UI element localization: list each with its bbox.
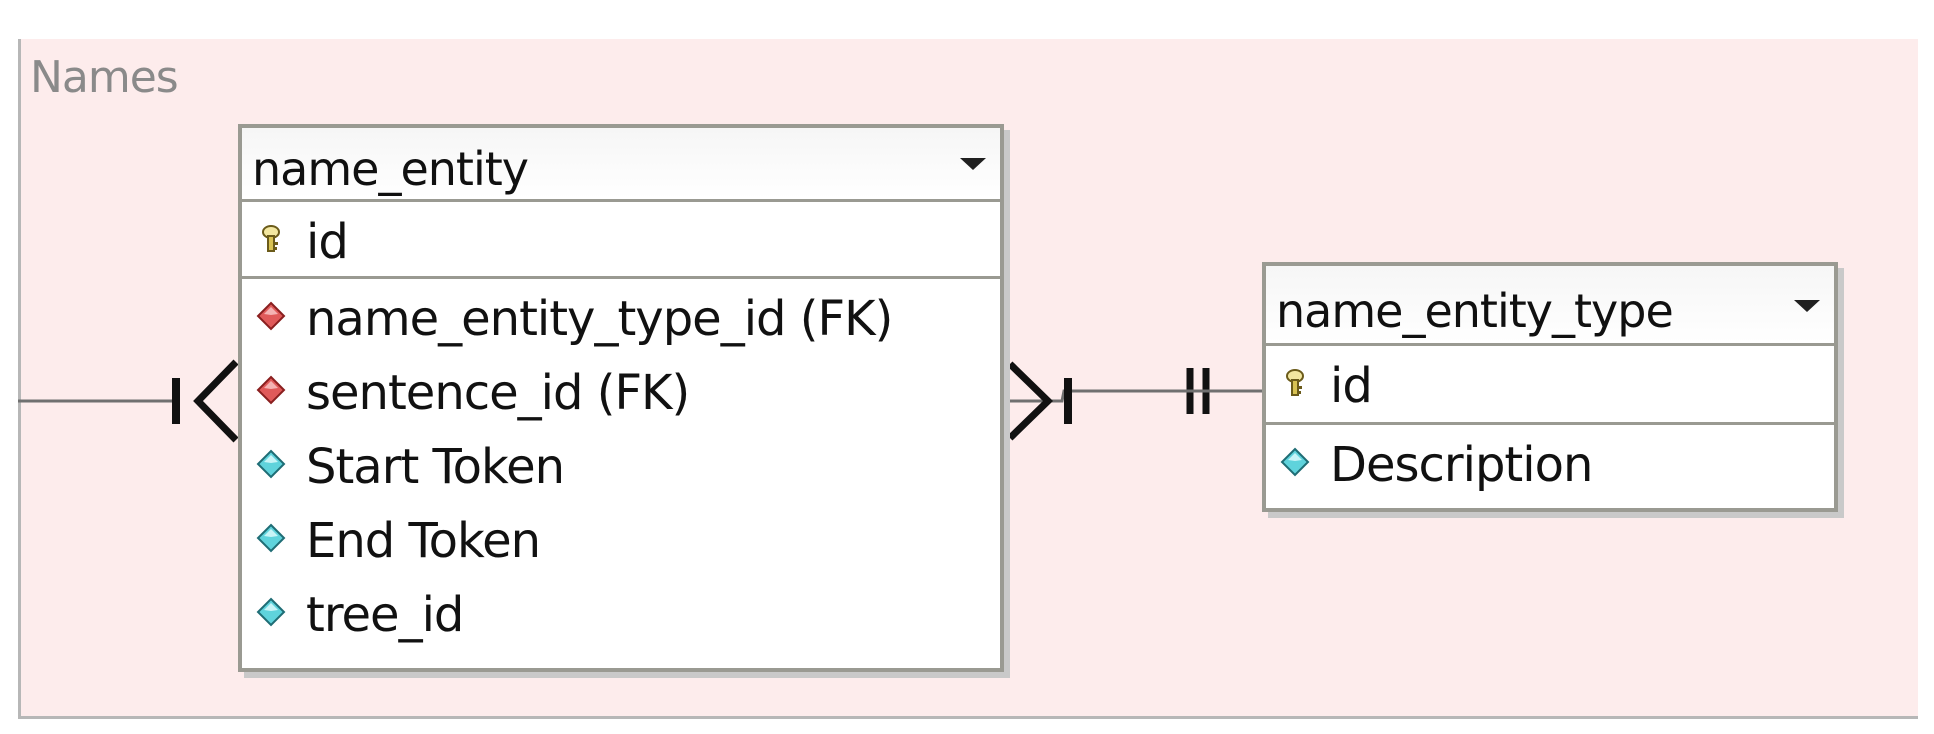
foreign-key-diamond-icon [256, 301, 286, 331]
chevron-down-icon[interactable] [1794, 300, 1820, 312]
key-icon [262, 225, 280, 252]
attribute-diamond-icon [256, 523, 286, 553]
column-name: Start Token [306, 439, 565, 495]
table-header[interactable]: name_entity [242, 128, 1000, 202]
pk-row-id[interactable]: id [1266, 346, 1834, 422]
column-row[interactable]: tree_id [242, 575, 1000, 649]
name-entity-type-table[interactable]: name_entity_type id Description [1262, 262, 1838, 512]
column-name: tree_id [306, 587, 464, 643]
attribute-diamond-icon [1280, 447, 1310, 477]
column-name: id [1330, 358, 1373, 414]
chevron-down-icon[interactable] [960, 158, 986, 170]
column-name: Description [1330, 437, 1593, 493]
column-name: id [306, 214, 349, 270]
table-title: name_entity_type [1276, 284, 1674, 338]
column-row[interactable]: Start Token [242, 427, 1000, 501]
diagram-canvas: Names name_entity id name_entity_type_id… [0, 0, 1934, 734]
column-name: sentence_id (FK) [306, 365, 690, 421]
attribute-diamond-icon [256, 449, 286, 479]
table-title: name_entity [252, 142, 529, 196]
primary-key-section: id [242, 202, 1000, 279]
crowfoot-marker [193, 359, 239, 443]
table-header[interactable]: name_entity_type [1266, 266, 1834, 346]
column-row[interactable]: sentence_id (FK) [242, 353, 1000, 427]
attribute-diamond-icon [256, 597, 286, 627]
foreign-key-diamond-icon [256, 375, 286, 405]
key-icon [1286, 369, 1304, 396]
column-name: name_entity_type_id (FK) [306, 291, 893, 347]
primary-key-section: id [1266, 346, 1834, 425]
column-row[interactable]: name_entity_type_id (FK) [242, 279, 1000, 353]
attribute-section: name_entity_type_id (FK) sentence_id (FK… [242, 279, 1000, 649]
name-entity-table[interactable]: name_entity id name_entity_type_id (FK) … [238, 124, 1004, 672]
pk-row-id[interactable]: id [242, 202, 1000, 276]
column-row[interactable]: Description [1266, 425, 1834, 501]
column-row[interactable]: End Token [242, 501, 1000, 575]
column-name: End Token [306, 513, 541, 569]
attribute-section: Description [1266, 425, 1834, 501]
